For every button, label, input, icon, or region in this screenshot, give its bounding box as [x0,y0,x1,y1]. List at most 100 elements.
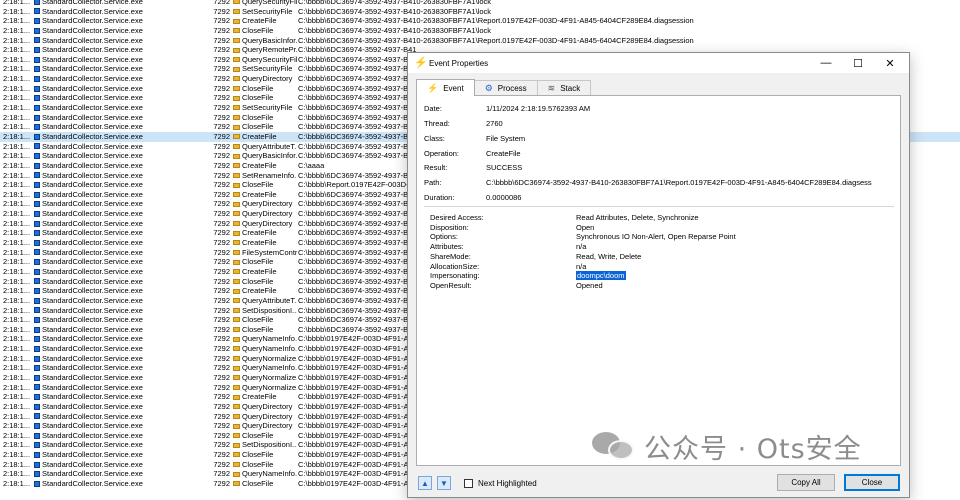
operation-name: CloseFile [242,324,274,334]
folder-icon [233,115,240,121]
tab-stack[interactable]: ≋ Stack [536,80,592,96]
time-cell: 2:18:1... [3,353,31,363]
path-label: Path: [424,178,442,187]
process-cell: StandardCollector.Service.exe [34,142,204,152]
process-cell: StandardCollector.Service.exe [34,402,204,412]
process-name: StandardCollector.Service.exe [42,112,143,122]
operation-cell: CloseFile [233,277,297,287]
table-row[interactable]: 2:18:1... StandardCollector.Service.exe 72… [0,16,960,26]
process-icon [34,182,40,188]
process-cell: StandardCollector.Service.exe [34,267,204,277]
time-cell: 2:18:1... [3,228,31,238]
operation-name: CloseFile [242,112,274,122]
operation-cell: QueryAttributeT... [233,296,297,306]
process-icon [34,403,40,410]
time-cell: 2:18:1... [3,247,31,257]
folder-icon [233,57,240,63]
time-cell: 2:18:1... [3,334,31,344]
process-cell: StandardCollector.Service.exe [34,344,204,354]
pid-cell: 7292 [213,295,230,305]
operation-cell: CreateFile [233,190,297,200]
class-value: File System [486,134,526,143]
table-row[interactable]: 2:18:1... StandardCollector.Service.exe 72… [0,7,960,17]
process-name: StandardCollector.Service.exe [42,344,143,354]
table-row[interactable]: 2:18:1... StandardCollector.Service.exe 72… [0,26,960,36]
time-cell: 2:18:1... [3,459,31,469]
operation-name: CreateFile [242,228,277,238]
detail-value: Synchronous IO Non-Alert, Open Reparse P… [576,232,736,242]
operation-name: QueryNameInfo... [242,334,297,344]
process-cell: StandardCollector.Service.exe [34,450,204,460]
arrow-down-icon[interactable]: ▼ [437,476,451,490]
close-button[interactable]: Close [844,474,900,491]
process-cell: StandardCollector.Service.exe [34,363,204,373]
operation-name: CreateFile [242,392,277,402]
process-cell: StandardCollector.Service.exe [34,325,204,335]
dialog-titlebar[interactable]: ⚡ Event Properties — ☐ ✕ [408,53,909,73]
next-highlighted-label[interactable]: Next Highlighted [478,479,537,488]
detail-row: Desired Access: Read Attributes, Delete, … [430,213,699,223]
operation-cell: CloseFile [233,84,297,94]
process-name: StandardCollector.Service.exe [42,315,143,325]
watermark-text: 公众号 · Ots安全 [644,433,862,465]
operation-name: CloseFile [242,450,274,460]
minimize-button[interactable]: — [811,53,841,73]
folder-icon [233,471,240,477]
operation-cell: QueryDirectory [233,219,297,229]
arrow-up-icon[interactable]: ▲ [418,476,432,490]
operation-cell: QueryNameInfo... [233,363,297,373]
process-icon [34,133,40,140]
pid-cell: 7292 [213,218,230,228]
process-cell: StandardCollector.Service.exe [34,296,204,306]
operation-cell: QueryDirectory [233,421,297,431]
table-row[interactable]: 2:18:1... StandardCollector.Service.exe 72… [0,36,960,46]
process-name: StandardCollector.Service.exe [42,0,143,6]
operation-name: CreateFile [242,131,277,141]
close-window-button[interactable]: ✕ [875,53,905,73]
pid-cell: 7292 [213,353,230,363]
tab-process[interactable]: ⚙ Process [473,80,538,96]
time-cell: 2:18:1... [3,54,31,64]
process-name: StandardCollector.Service.exe [42,93,143,103]
operation-name: QueryDirectory [242,218,293,228]
folder-icon [233,298,240,304]
detail-value: Read Attributes, Delete, Synchronize [576,213,699,222]
time-cell: 2:18:1... [3,180,31,190]
copy-all-button[interactable]: Copy All [777,474,835,491]
process-cell: StandardCollector.Service.exe [34,219,204,229]
process-icon [34,104,40,111]
tab-event-label: Event [443,83,464,93]
table-row[interactable]: 2:18:1... StandardCollector.Service.exe 72… [0,0,960,7]
folder-icon [233,201,240,207]
time-cell: 2:18:1... [3,479,31,489]
operation-cell: CloseFile [233,450,297,460]
process-cell: StandardCollector.Service.exe [34,151,204,161]
folder-icon [233,230,240,236]
detail-value[interactable]: doompc\doom [576,271,626,281]
maximize-button[interactable]: ☐ [843,53,873,73]
process-icon [34,413,40,420]
process-icon [34,336,40,343]
process-cell: StandardCollector.Service.exe [34,431,204,441]
next-highlighted-checkbox[interactable] [464,478,473,488]
process-name: StandardCollector.Service.exe [42,131,143,141]
pid-cell: 7292 [213,160,230,170]
pid-cell: 7292 [213,401,230,411]
tab-event[interactable]: ⚡ Event [416,79,475,96]
time-cell: 2:18:1... [3,0,31,6]
operation-name: CloseFile [242,25,274,35]
folder-icon [233,221,240,227]
pid-cell: 7292 [213,459,230,469]
operation-cell: SetDispositionI... [233,440,297,450]
folder-icon [233,105,240,111]
process-cell: StandardCollector.Service.exe [34,354,204,364]
process-icon [34,172,40,179]
detail-row: Options: Synchronous IO Non-Alert, Open R… [430,232,736,242]
operation-cell: CloseFile [233,257,297,267]
time-cell: 2:18:1... [3,344,31,354]
process-icon [34,326,40,333]
folder-icon [233,462,240,468]
process-name: StandardCollector.Service.exe [42,363,143,373]
operation-cell: CreateFile [233,16,297,26]
operation-name: QueryBasicInfor... [242,35,297,45]
